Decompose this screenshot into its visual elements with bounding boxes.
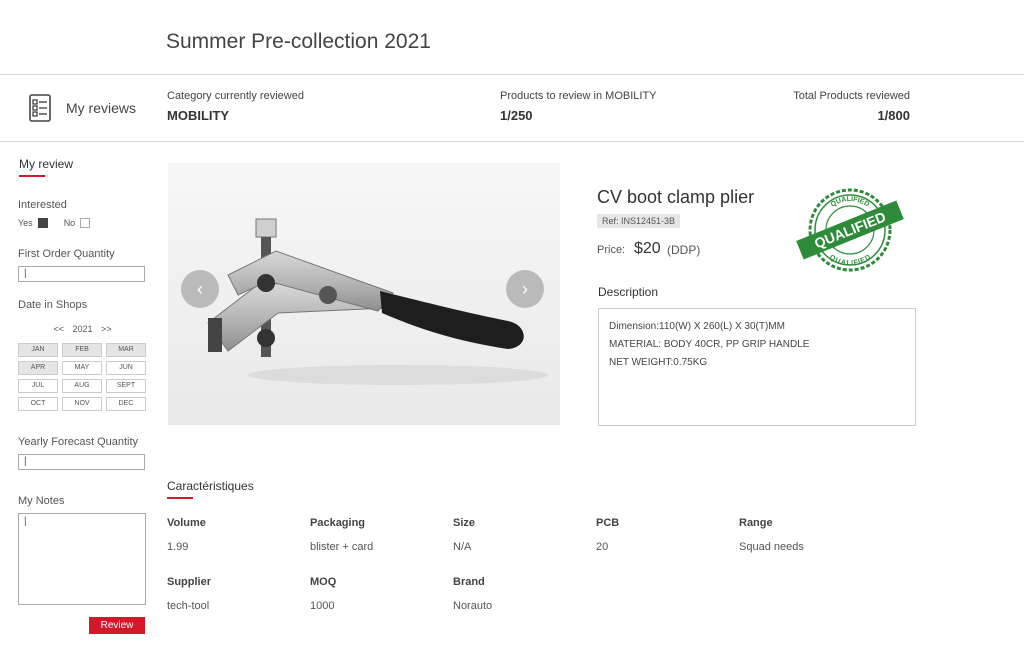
spec-supplier: Supplier tech-tool <box>167 576 211 612</box>
month-nov[interactable]: NOV <box>62 397 102 411</box>
spec-pcb: PCB 20 <box>596 517 619 553</box>
spec-label: Volume <box>167 517 206 529</box>
header-top-divider <box>0 74 1024 75</box>
category-stat: Category currently reviewed MOBILITY <box>167 90 304 123</box>
month-oct[interactable]: OCT <box>18 397 58 411</box>
spec-volume: Volume 1.99 <box>167 517 206 553</box>
spec-range: Range Squad needs <box>739 517 804 553</box>
svg-text:QUALIFIED: QUALIFIED <box>828 254 872 267</box>
month-may[interactable]: MAY <box>62 361 102 375</box>
spec-label: Brand <box>453 576 485 588</box>
description-box: Dimension:110(W) X 260(L) X 30(T)MM MATE… <box>598 308 916 426</box>
total-label: Total Products reviewed <box>793 90 910 102</box>
price-value: $20 <box>634 240 661 257</box>
forecast-input[interactable]: | <box>18 454 145 470</box>
month-mar[interactable]: MAR <box>106 343 146 357</box>
spec-value: Squad needs <box>739 541 804 553</box>
month-sept[interactable]: SEPT <box>106 379 146 393</box>
my-reviews-link[interactable]: My reviews <box>28 94 136 122</box>
notes-textarea[interactable]: | <box>18 513 146 605</box>
first-order-label: First Order Quantity <box>18 248 115 260</box>
to-review-label: Products to review in MOBILITY <box>500 90 657 102</box>
to-review-stat: Products to review in MOBILITY 1/250 <box>500 90 657 123</box>
checklist-icon <box>29 94 51 122</box>
year-navigator: << 2021 >> <box>18 324 147 334</box>
category-value: MOBILITY <box>167 108 230 123</box>
description-line: Dimension:110(W) X 260(L) X 30(T)MM <box>609 321 785 332</box>
month-feb[interactable]: FEB <box>62 343 102 357</box>
characteristics-title: Caractéristiques <box>167 479 254 493</box>
notes-label: My Notes <box>18 495 65 507</box>
total-value: 1/800 <box>877 108 910 123</box>
plier-illustration <box>168 163 560 425</box>
price-terms: (DDP) <box>667 243 701 257</box>
no-label: No <box>63 218 76 228</box>
spec-packaging: Packaging blister + card <box>310 517 373 553</box>
description-title: Description <box>598 285 659 299</box>
interested-label: Interested <box>18 199 67 211</box>
price-label: Price: <box>597 244 626 256</box>
spec-value: blister + card <box>310 541 374 553</box>
next-image-button[interactable]: › <box>506 270 544 308</box>
description-line: MATERIAL: BODY 40CR, PP GRIP HANDLE <box>609 339 810 350</box>
spec-value: 20 <box>596 541 609 553</box>
yes-checkbox[interactable] <box>37 218 48 228</box>
spec-label: PCB <box>596 517 620 529</box>
first-order-input[interactable]: | <box>18 266 145 282</box>
page-title: Summer Pre-collection 2021 <box>166 30 431 53</box>
spec-value: 1000 <box>310 600 335 612</box>
spec-label: Supplier <box>167 576 212 588</box>
product-image <box>168 163 560 425</box>
prev-year-button[interactable]: << <box>53 324 64 334</box>
spec-value: Norauto <box>453 600 493 612</box>
month-jul[interactable]: JUL <box>18 379 58 393</box>
qualified-seal-icon: QUALIFIED QUALIFIED QUALIFIED <box>796 188 904 272</box>
my-review-title: My review <box>19 157 74 171</box>
spec-moq: MOQ 1000 <box>310 576 336 612</box>
next-year-button[interactable]: >> <box>101 324 112 334</box>
month-grid: JAN FEB MAR APR MAY JUN JUL AUG SEPT OCT NOV DEC <box>18 343 148 411</box>
to-review-value: 1/250 <box>500 108 533 123</box>
prev-image-button[interactable]: ‹ <box>181 270 219 308</box>
spec-label: MOQ <box>310 576 337 588</box>
product-ref: Ref: INS12451-3B <box>597 214 681 228</box>
month-jan[interactable]: JAN <box>18 343 58 357</box>
forecast-label: Yearly Forecast Quantity <box>18 436 139 448</box>
month-apr[interactable]: APR <box>18 361 58 375</box>
my-review-underline <box>19 175 45 177</box>
spec-label: Size <box>453 517 476 529</box>
category-label: Category currently reviewed <box>167 90 304 102</box>
spec-brand: Brand Norauto <box>453 576 492 612</box>
total-stat: Total Products reviewed 1/800 <box>793 90 910 123</box>
year-value: 2021 <box>72 324 93 334</box>
seal-arc-bottom: QUALIFIED <box>828 254 872 267</box>
header-bottom-divider <box>0 141 1024 142</box>
interested-options: Yes No <box>18 218 106 228</box>
description-line: NET WEIGHT:0.75KG <box>609 357 708 368</box>
spec-value: tech-tool <box>167 600 210 612</box>
my-reviews-label: My reviews <box>66 100 137 116</box>
product-title: CV boot clamp plier <box>597 187 755 207</box>
month-jun[interactable]: JUN <box>106 361 146 375</box>
spec-value: 1.99 <box>167 541 189 553</box>
spec-label: Range <box>739 517 773 529</box>
date-in-shops-label: Date in Shops <box>18 299 88 311</box>
spec-value: N/A <box>453 541 472 553</box>
spec-size: Size N/A <box>453 517 475 553</box>
month-aug[interactable]: AUG <box>62 379 102 393</box>
month-dec[interactable]: DEC <box>106 397 146 411</box>
yes-label: Yes <box>18 218 33 228</box>
review-button[interactable]: Review <box>89 617 145 634</box>
spec-label: Packaging <box>310 517 366 529</box>
no-checkbox[interactable] <box>80 218 91 228</box>
characteristics-underline <box>167 497 193 499</box>
